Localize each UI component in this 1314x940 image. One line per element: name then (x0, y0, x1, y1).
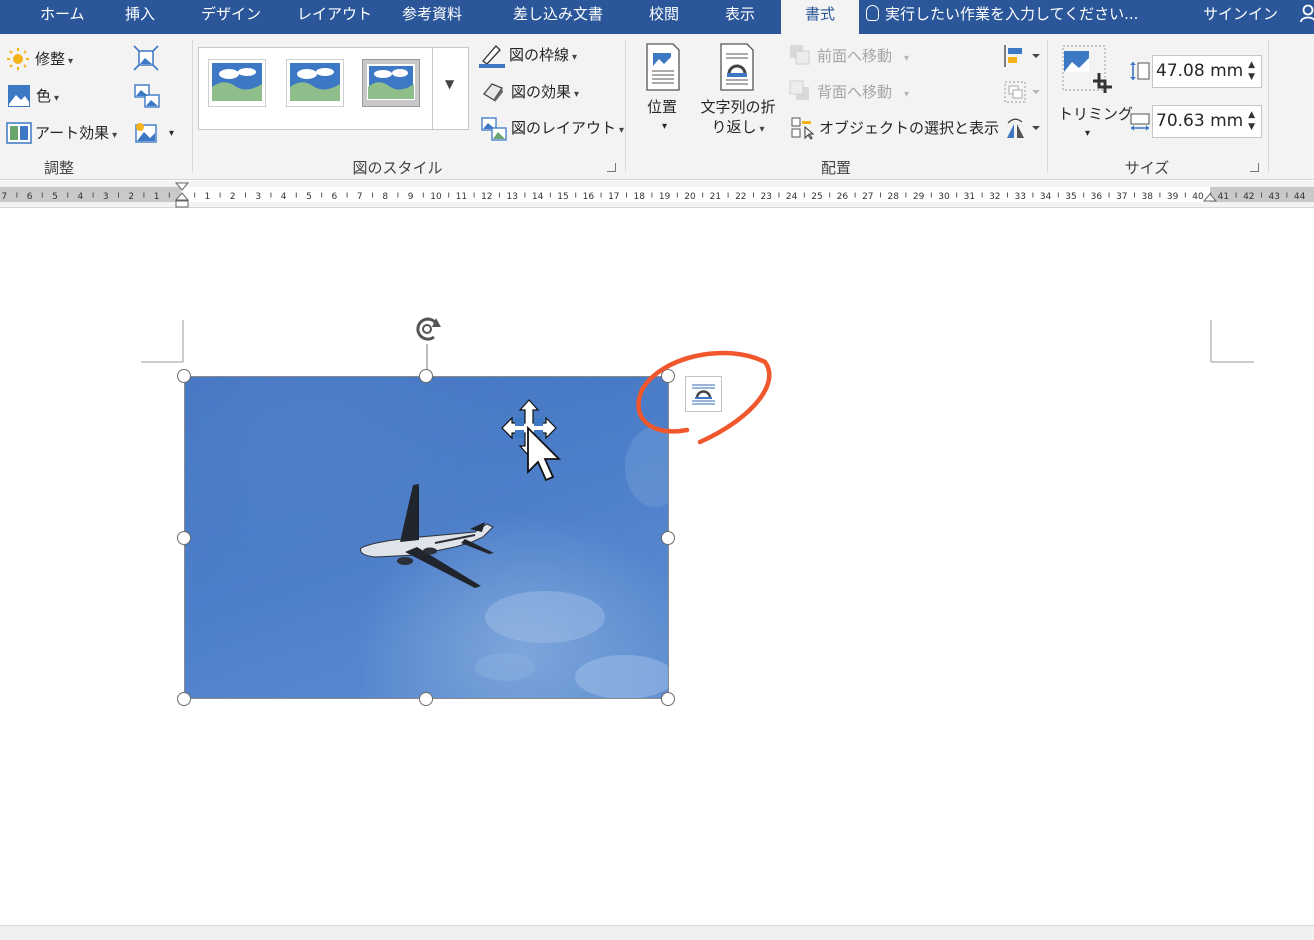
resize-handle-bottom[interactable] (419, 692, 433, 706)
resize-handle-left[interactable] (177, 531, 191, 545)
resize-handle-bottom-right[interactable] (661, 692, 675, 706)
resize-handle-top-left[interactable] (177, 369, 191, 383)
resize-handle-top[interactable] (419, 369, 433, 383)
resize-handle-right[interactable] (661, 531, 675, 545)
rotate-handle-icon[interactable] (410, 314, 446, 376)
status-bar (0, 925, 1314, 940)
move-cursor-icon (501, 399, 562, 482)
airplane-icon (360, 484, 494, 588)
airplane-picture[interactable] (184, 376, 669, 699)
resize-handle-bottom-left[interactable] (177, 692, 191, 706)
airplane-photo (360, 427, 668, 698)
highlight-circle-annotation (636, 350, 772, 445)
